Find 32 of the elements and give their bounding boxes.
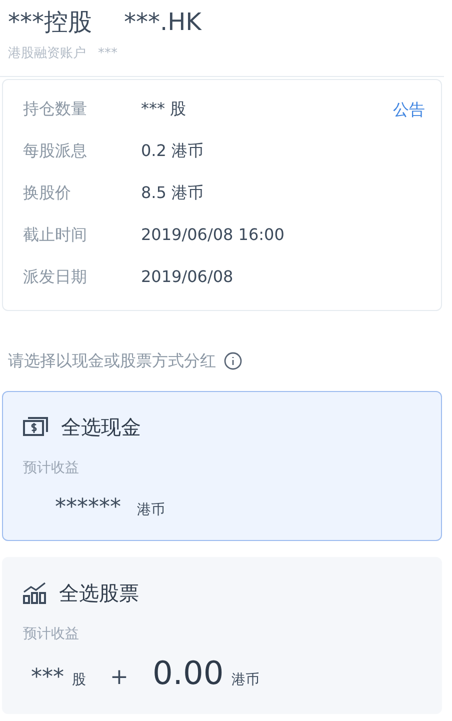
- share-count: ***: [31, 664, 64, 692]
- banknote-icon: [23, 416, 49, 436]
- field-label: 派发日期: [23, 266, 88, 288]
- option-title: 全选股票: [59, 580, 139, 606]
- field-value: 8.5 港币: [141, 182, 204, 204]
- currency: 港币: [232, 670, 260, 690]
- stock-name: ***控股: [8, 7, 92, 38]
- field-value: 2019/06/08 16:00: [141, 224, 284, 246]
- announcement-link[interactable]: 公告: [393, 98, 425, 122]
- field-label: 换股价: [23, 182, 72, 204]
- field-value: 2019/06/08: [141, 266, 234, 288]
- option-title: 全选现金: [61, 414, 141, 440]
- option-card[interactable]: 全选现金 预计收益 ****** 港币: [2, 390, 442, 540]
- field-label: 截止时间: [23, 224, 88, 246]
- prompt-text: 请选择以现金或股票方式分红: [8, 350, 216, 372]
- stock-code: ***.HK: [124, 7, 202, 38]
- amount: ******: [55, 494, 121, 522]
- account-type: 港股融资账户: [8, 45, 86, 63]
- field-label: 每股派息: [23, 140, 88, 162]
- share-unit: 股: [72, 670, 86, 690]
- field-label: 持仓数量: [23, 98, 88, 120]
- info-icon[interactable]: [224, 352, 242, 370]
- field-value: 0.2 港币: [141, 140, 204, 162]
- plus-sign: +: [110, 664, 128, 692]
- currency: 港币: [137, 500, 165, 520]
- caption: 预计收益: [23, 624, 80, 644]
- caption: 预计收益: [23, 458, 80, 478]
- bar-chart-icon: [23, 582, 47, 604]
- field-value: *** 股: [141, 98, 186, 120]
- account-number: ***: [98, 45, 118, 63]
- option-card[interactable]: 全选股票 预计收益 *** 股 + 0.00 港币: [2, 556, 442, 714]
- amount: 0.00: [152, 652, 224, 694]
